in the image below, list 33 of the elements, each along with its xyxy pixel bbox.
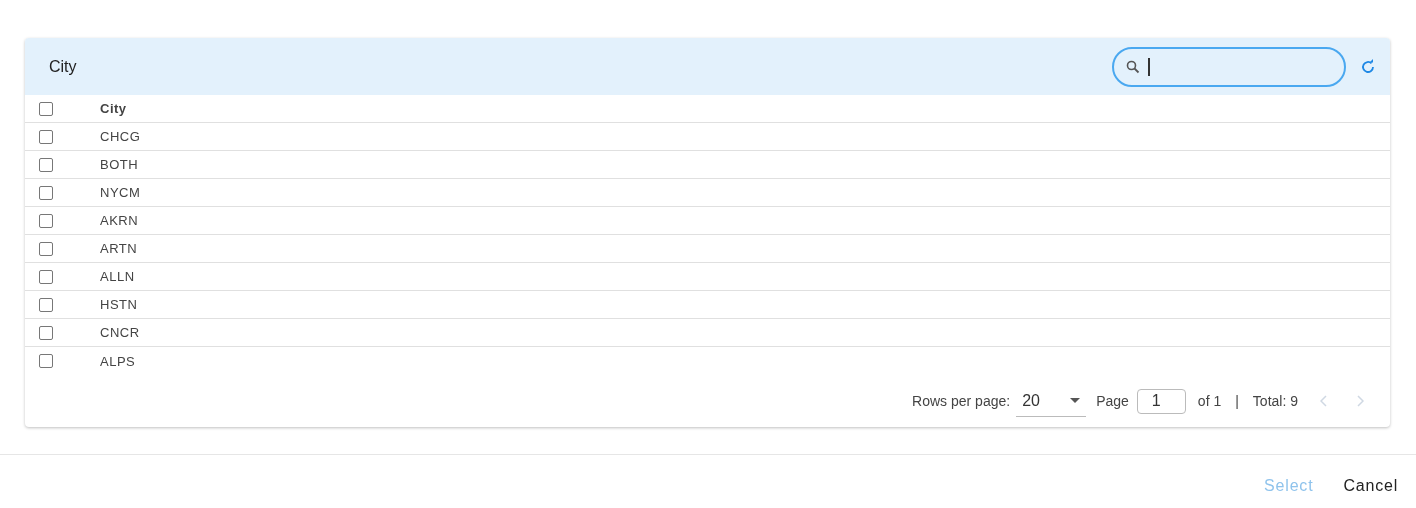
table-cell: CNCR	[100, 325, 140, 340]
checkbox[interactable]	[39, 129, 53, 144]
page-label: Page	[1096, 393, 1129, 409]
table-cell: AKRN	[100, 213, 139, 228]
checkbox[interactable]	[39, 213, 53, 228]
column-header: City	[100, 101, 127, 116]
checkbox[interactable]	[39, 185, 53, 200]
table-cell: ALPS	[100, 353, 136, 369]
page-input[interactable]: 1	[1136, 388, 1186, 414]
search-icon	[1126, 59, 1140, 74]
checkbox[interactable]	[39, 157, 53, 172]
checkbox[interactable]	[39, 297, 53, 312]
refresh-icon[interactable]	[1360, 58, 1376, 75]
table-cell: BOTH	[100, 157, 139, 172]
caret-icon	[1070, 398, 1081, 403]
table-cell: HSTN	[100, 297, 138, 312]
page-count: of 1	[1197, 393, 1222, 409]
table-cell: ARTN	[100, 241, 138, 256]
search-field[interactable]	[1112, 46, 1346, 87]
table-cell: ALLN	[100, 269, 135, 284]
panel-title: City	[49, 57, 78, 76]
cancel-button[interactable]: Cancel	[1343, 475, 1398, 497]
table-cell: NYCM	[100, 185, 141, 200]
total-count: Total: 9	[1252, 393, 1298, 409]
separator: |	[1235, 393, 1239, 409]
rows-per-page-select[interactable]: 20	[1016, 385, 1087, 417]
checkbox[interactable]	[39, 241, 53, 256]
checkbox[interactable]	[39, 354, 53, 368]
table-cell: CHCG	[100, 129, 141, 144]
rows-per-page-label: Rows per page:	[912, 393, 1011, 409]
checkbox[interactable]	[39, 101, 53, 116]
checkbox[interactable]	[39, 325, 53, 340]
checkbox[interactable]	[39, 269, 53, 284]
